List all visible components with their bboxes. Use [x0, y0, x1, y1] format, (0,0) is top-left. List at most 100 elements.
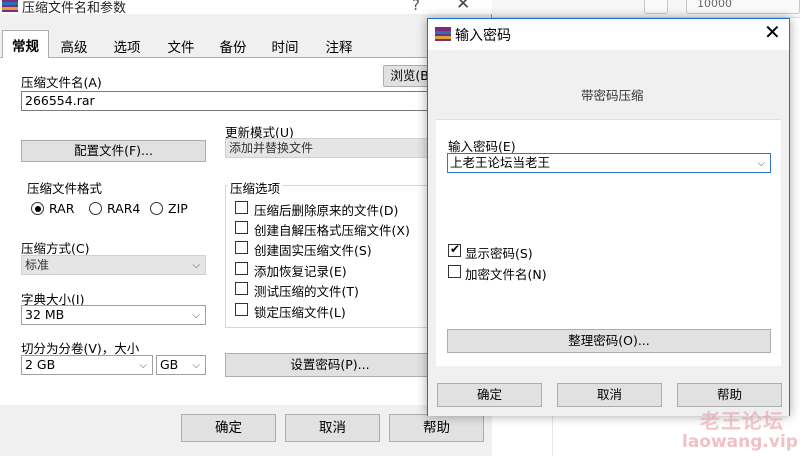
split-size-select[interactable]: 2 GB ⌵ — [21, 355, 153, 375]
close-icon[interactable]: ✕ — [764, 20, 781, 44]
show-password-box[interactable]: ✔ — [448, 242, 461, 257]
winrar-icon — [435, 27, 451, 41]
watermark-url: laowang.vip — [682, 432, 798, 452]
encrypt-names-label: 加密文件名(N) — [465, 267, 547, 282]
option-label: 压缩后删除原来的文件(D) — [254, 203, 399, 218]
password-input[interactable]: 上老王论坛当老王 ⌵ — [447, 153, 771, 173]
split-value: 2 GB — [25, 357, 56, 372]
password-help-button[interactable]: 帮助 — [677, 383, 782, 407]
winrar-icon — [2, 0, 18, 12]
option-checkbox[interactable] — [235, 241, 248, 254]
help-button[interactable]: 帮助 — [389, 414, 484, 442]
close-icon[interactable]: ✕ — [456, 0, 470, 14]
profiles-button[interactable]: 配置文件(F)... — [21, 140, 206, 162]
option-solid[interactable]: 创建固实压缩文件(S) — [235, 240, 435, 258]
chevron-down-icon: ⌵ — [139, 360, 147, 371]
set-password-button[interactable]: 设置密码(P)... — [225, 353, 435, 377]
option-checkbox[interactable] — [235, 262, 248, 275]
tab-label: 备份 — [219, 40, 247, 56]
tab-label: 注释 — [325, 40, 353, 56]
show-password-checkbox[interactable]: ✔ 显示密码(S) — [448, 242, 548, 261]
tab-time[interactable]: 时间 — [262, 32, 308, 58]
password-dialog-title: 输入密码 — [455, 28, 511, 44]
radio-rar-circle[interactable] — [31, 202, 44, 215]
password-ok-button[interactable]: 确定 — [437, 383, 542, 407]
chevron-down-icon: ⌵ — [757, 158, 765, 169]
option-checkbox[interactable] — [235, 303, 248, 316]
background-top-right-text: 10000 — [697, 0, 732, 10]
option-checkbox[interactable] — [235, 282, 248, 295]
help-icon[interactable]: ? — [412, 0, 420, 14]
archive-name-input[interactable]: 266554.rar — [21, 91, 441, 111]
radio-rar[interactable]: RAR — [31, 201, 91, 216]
update-mode-select[interactable]: 添加并替换文件 — [225, 138, 435, 158]
password-value: 上老王论坛当老王 — [450, 155, 551, 170]
method-select[interactable]: 标准 ⌵ — [21, 255, 206, 275]
option-delete-after[interactable]: 压缩后删除原来的文件(D) — [235, 200, 435, 218]
radio-rar4-circle[interactable] — [89, 202, 102, 215]
radio-rar4[interactable]: RAR4 — [89, 201, 149, 216]
chevron-down-icon: ⌵ — [192, 260, 200, 271]
radio-selected-dot — [34, 205, 41, 212]
password-dialog-body: 带密码压缩 输入密码(E) 上老王论坛当老王 ⌵ ✔ 显示密码(S) 加密文件名… — [428, 50, 789, 374]
ok-button[interactable]: 确定 — [181, 414, 276, 442]
cancel-button[interactable]: 取消 — [285, 414, 380, 442]
option-lock-archive[interactable]: 锁定压缩文件(L) — [235, 302, 435, 320]
option-checkbox[interactable] — [235, 221, 248, 234]
password-dialog-titlebar: 输入密码 ✕ — [428, 19, 789, 50]
archive-name-label: 压缩文件名(A) — [21, 75, 102, 90]
update-mode-value: 添加并替换文件 — [229, 141, 314, 155]
show-password-label: 显示密码(S) — [465, 246, 533, 261]
radio-zip-label: ZIP — [168, 201, 188, 216]
option-label: 锁定压缩文件(L) — [254, 305, 346, 320]
password-panel: 输入密码(E) 上老王论坛当老王 ⌵ ✔ 显示密码(S) 加密文件名(N) 整理… — [436, 119, 781, 366]
format-group-title: 压缩文件格式 — [25, 178, 105, 197]
chevron-down-icon: ⌵ — [192, 360, 200, 371]
background-refresh-button[interactable] — [644, 0, 668, 14]
tab-comment[interactable]: 注释 — [316, 32, 362, 58]
options-group-title: 压缩选项 — [228, 178, 283, 197]
checkmark-icon: ✔ — [450, 242, 461, 256]
password-dialog-subtitle: 带密码压缩 — [581, 88, 644, 103]
background-toolbar: 10000 — [492, 0, 800, 18]
option-create-sfx[interactable]: 创建自解压格式压缩文件(X) — [235, 220, 435, 238]
general-tab-panel: 压缩文件名(A) 浏览(B)... 266554.rar 配置文件(F)... … — [0, 58, 492, 405]
radio-zip-circle[interactable] — [150, 202, 163, 215]
organize-passwords-button[interactable]: 整理密码(O)... — [447, 329, 771, 353]
archive-dialog-footer: 确定 取消 帮助 — [0, 405, 492, 456]
tab-label: 选项 — [113, 40, 141, 56]
option-label: 添加恢复记录(E) — [254, 264, 347, 279]
dict-select[interactable]: 32 MB ⌵ — [21, 305, 206, 325]
split-unit: GB — [160, 357, 179, 372]
password-dialog: 输入密码 ✕ 带密码压缩 输入密码(E) 上老王论坛当老王 ⌵ ✔ 显示密码(S… — [427, 18, 790, 416]
split-unit-select[interactable]: GB ⌵ — [156, 355, 206, 375]
tab-files[interactable]: 文件 — [158, 32, 204, 58]
option-checkbox[interactable] — [235, 201, 248, 214]
chevron-down-icon: ⌵ — [192, 310, 200, 321]
archive-dialog-title: 压缩文件名和参数 — [22, 1, 127, 16]
tab-general[interactable]: 常规 — [2, 30, 49, 58]
tab-label: 常规 — [12, 39, 39, 55]
background-search-box[interactable]: 10000 — [686, 0, 800, 14]
radio-zip[interactable]: ZIP — [150, 201, 200, 216]
password-cancel-button[interactable]: 取消 — [557, 383, 662, 407]
encrypt-names-box[interactable] — [448, 265, 461, 278]
option-recovery-record[interactable]: 添加恢复记录(E) — [235, 261, 435, 279]
archive-dialog: 压缩文件名和参数 ? ✕ 常规 高级 选项 文件 备份 时间 注释 压缩文件名(… — [0, 0, 492, 456]
encrypt-names-checkbox[interactable]: 加密文件名(N) — [448, 264, 558, 282]
option-label: 创建固实压缩文件(S) — [254, 243, 372, 258]
radio-rar-label: RAR — [49, 201, 75, 216]
dict-value: 32 MB — [25, 307, 65, 322]
option-label: 测试压缩的文件(T) — [254, 284, 359, 299]
option-test-files[interactable]: 测试压缩的文件(T) — [235, 281, 435, 299]
tab-label: 高级 — [60, 40, 88, 56]
tab-advanced[interactable]: 高级 — [51, 32, 97, 58]
radio-rar4-label: RAR4 — [107, 201, 141, 216]
method-value: 标准 — [25, 258, 50, 272]
tab-backup[interactable]: 备份 — [210, 32, 256, 58]
tab-label: 时间 — [271, 40, 299, 56]
tab-label: 文件 — [167, 40, 195, 56]
tab-options[interactable]: 选项 — [104, 32, 150, 58]
option-label: 创建自解压格式压缩文件(X) — [254, 223, 410, 238]
watermark-name: 老王论坛 — [700, 409, 784, 433]
